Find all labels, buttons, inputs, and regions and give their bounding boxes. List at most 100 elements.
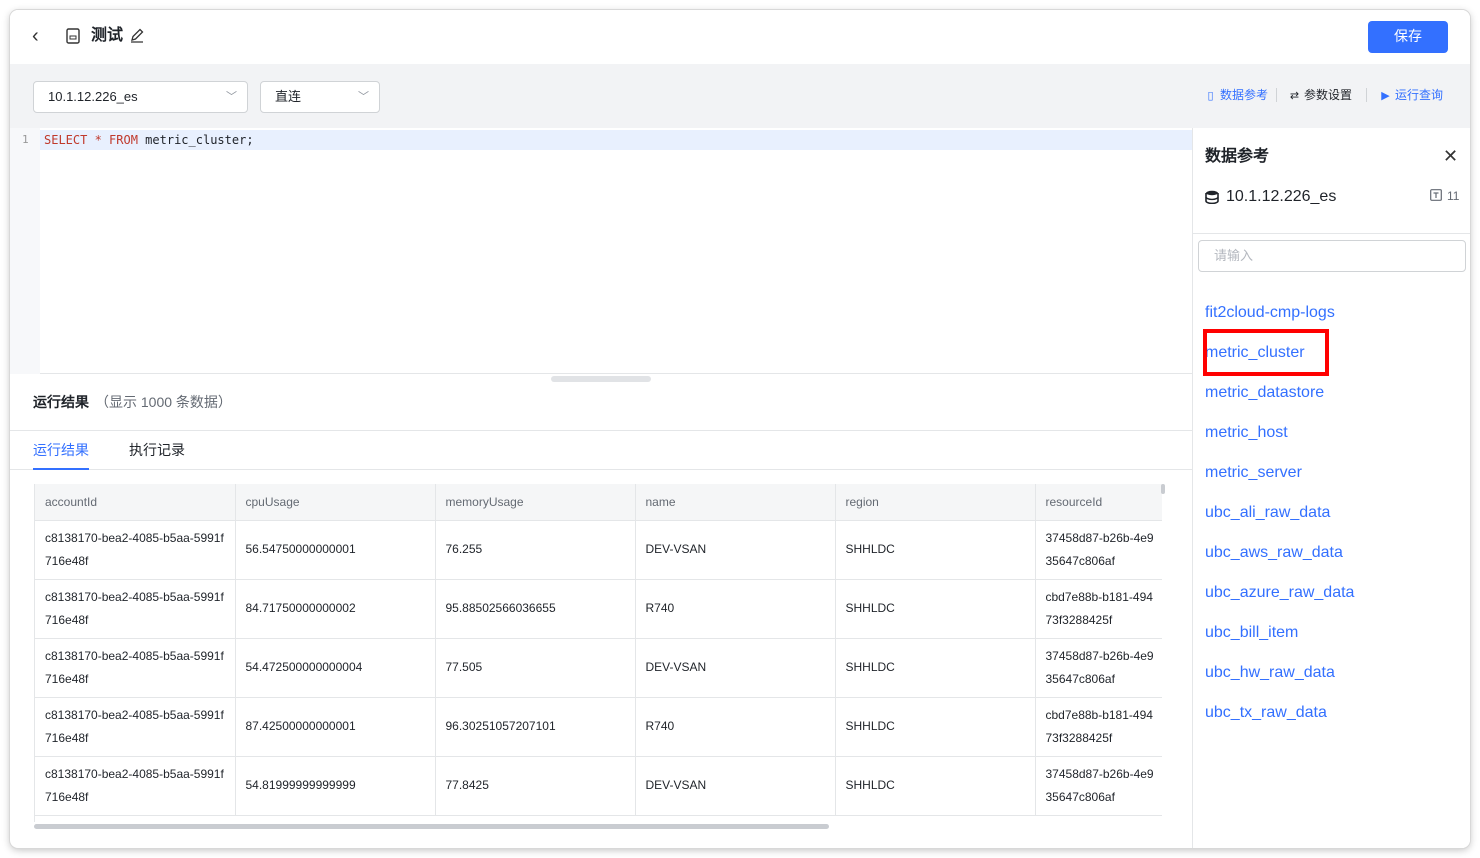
column-header[interactable]: memoryUsage — [435, 484, 636, 521]
table-cell[interactable]: cbd7e88b-b181-494 73f3288425f — [1035, 579, 1162, 639]
table-cell[interactable]: c8138170-bea2-4085-b5aa-5991f716e48f — [35, 756, 236, 816]
cell-value: 77.505 — [445, 660, 483, 674]
cell-value: 56.54750000000001 — [245, 542, 356, 556]
table-cell[interactable]: c8138170-bea2-4085-b5aa-5991f716e48f — [35, 697, 236, 757]
account-id-value: c8138170-bea2-4085-b5aa-5991f716e48f — [45, 589, 224, 627]
account-id-value: c8138170-bea2-4085-b5aa-5991f716e48f — [45, 707, 224, 745]
table-cell[interactable]: 37458d87-b26b-4e9 35647c806af — [1035, 638, 1162, 698]
table-cell[interactable]: SHHLDC — [835, 756, 1036, 816]
table-search-input[interactable] — [1198, 240, 1466, 272]
table-cell[interactable]: 56.54750000000001 — [235, 520, 436, 580]
toolbar-divider — [1366, 88, 1367, 102]
column-header[interactable]: resourceId — [1035, 484, 1162, 521]
column-header[interactable]: accountId — [35, 484, 236, 521]
table-cell[interactable]: 54.472500000000004 — [235, 638, 436, 698]
column-header[interactable]: cpuUsage — [235, 484, 436, 521]
table-list-item[interactable]: ubc_hw_raw_data — [1193, 653, 1470, 693]
param-settings-button[interactable]: ⇄ 参数设置 — [1288, 86, 1352, 105]
table-list-item[interactable]: ubc_ali_raw_data — [1193, 493, 1470, 533]
chevron-down-icon: ﹀ — [358, 91, 369, 103]
table-row[interactable]: c8138170-bea2-4085-b5aa-5991f716e48f 84.7… — [35, 579, 1162, 639]
table-cell[interactable]: c8138170-bea2-4085-b5aa-5991f716e48f — [35, 638, 236, 698]
tab-execution-history[interactable]: 执行记录 — [129, 440, 185, 460]
datasource-select[interactable]: 10.1.12.226_es ﹀ — [33, 81, 248, 113]
table-cell[interactable]: 87.42500000000001 — [235, 697, 436, 757]
table-header-row: accountId cpuUsage memoryUsage name regi… — [35, 484, 1162, 521]
results-table: accountId cpuUsage memoryUsage name regi… — [35, 484, 1162, 816]
table-cell[interactable]: DEV-VSAN — [635, 756, 836, 816]
column-header[interactable]: region — [835, 484, 1036, 521]
table-cell[interactable]: 76.255 — [435, 520, 636, 580]
data-reference-label: 数据参考 — [1220, 88, 1269, 102]
table-cell[interactable]: 84.71750000000002 — [235, 579, 436, 639]
vertical-scrollbar[interactable] — [1161, 484, 1165, 494]
cell-value: SHHLDC — [845, 601, 895, 615]
database-icon — [1205, 190, 1219, 204]
table-count: 11 — [1447, 189, 1460, 203]
table-cell[interactable]: SHHLDC — [835, 579, 1036, 639]
resize-handle[interactable] — [551, 376, 651, 382]
table-cell[interactable]: DEV-VSAN — [635, 638, 836, 698]
table-list-item[interactable]: ubc_bill_item — [1193, 613, 1470, 653]
horizontal-scrollbar[interactable] — [34, 824, 829, 829]
table-list-item[interactable]: metric_server — [1193, 453, 1470, 493]
results-table-container[interactable]: accountId cpuUsage memoryUsage name regi… — [34, 484, 1162, 822]
table-cell[interactable]: DEV-VSAN — [635, 520, 836, 580]
table-cell[interactable]: SHHLDC — [835, 638, 1036, 698]
table-row[interactable]: c8138170-bea2-4085-b5aa-5991f716e48f 54.4… — [35, 638, 1162, 698]
table-cell[interactable]: 77.505 — [435, 638, 636, 698]
param-settings-label: 参数设置 — [1304, 88, 1353, 102]
close-icon[interactable]: ✕ — [1443, 145, 1458, 167]
cell-value: 54.81999999999999 — [245, 778, 356, 792]
table-row[interactable]: c8138170-bea2-4085-b5aa-5991f716e48f 87.4… — [35, 697, 1162, 757]
table-cell[interactable]: 54.81999999999999 — [235, 756, 436, 816]
page-title: 测试 — [91, 27, 124, 44]
edit-icon[interactable] — [129, 27, 145, 43]
table-list-item[interactable]: ubc_tx_raw_data — [1193, 693, 1470, 733]
cell-value: 96.30251057207101 — [445, 719, 556, 733]
table-cell[interactable]: c8138170-bea2-4085-b5aa-5991f716e48f — [35, 579, 236, 639]
tab-run-results[interactable]: 运行结果 — [33, 440, 89, 460]
resource-id-part: cbd7e88b-b181-494 — [1045, 707, 1153, 722]
table-cell[interactable]: 37458d87-b26b-4e9 35647c806af — [1035, 756, 1162, 816]
table-cell[interactable]: c8138170-bea2-4085-b5aa-5991f716e48f — [35, 520, 236, 580]
cell-value: 54.472500000000004 — [245, 660, 363, 674]
table-cell[interactable]: SHHLDC — [835, 520, 1036, 580]
cell-value: DEV-VSAN — [645, 542, 707, 556]
back-icon[interactable]: ‹ — [32, 24, 52, 48]
connection-mode-select[interactable]: 直连 ﹀ — [260, 81, 380, 113]
column-header[interactable]: name — [635, 484, 836, 521]
table-cell[interactable]: R740 — [635, 579, 836, 639]
table-list-item[interactable]: fit2cloud-cmp-logs — [1193, 293, 1470, 333]
resource-id-part: cbd7e88b-b181-494 — [1045, 589, 1153, 604]
table-cell[interactable]: 96.30251057207101 — [435, 697, 636, 757]
sql-code-line[interactable]: SELECT * FROM metric_cluster; — [44, 133, 254, 148]
cell-value: DEV-VSAN — [645, 660, 707, 674]
table-list-item[interactable]: metric_host — [1193, 413, 1470, 453]
table-row[interactable]: c8138170-bea2-4085-b5aa-5991f716e48f 56.5… — [35, 520, 1162, 580]
table-list-item[interactable]: ubc_aws_raw_data — [1193, 533, 1470, 573]
sql-editor[interactable]: 1 SELECT * FROM metric_cluster; — [10, 128, 1192, 374]
swap-icon: ⇄ — [1289, 90, 1300, 102]
table-row[interactable]: c8138170-bea2-4085-b5aa-5991f716e48f 54.8… — [35, 756, 1162, 816]
table-cell[interactable]: R740 — [635, 697, 836, 757]
data-reference-button[interactable]: ▯ 数据参考 — [1204, 86, 1268, 105]
run-query-button[interactable]: ▶ 运行查询 — [1379, 86, 1443, 105]
resource-id-part: 37458d87-b26b-4e9 — [1045, 766, 1154, 781]
table-list-item[interactable]: metric_datastore — [1193, 373, 1470, 413]
run-query-label: 运行查询 — [1395, 88, 1444, 102]
resource-id-part: 35647c806af — [1045, 553, 1115, 568]
save-button[interactable]: 保存 — [1368, 21, 1448, 53]
table-cell[interactable]: 37458d87-b26b-4e9 35647c806af — [1035, 520, 1162, 580]
table-cell[interactable]: 77.8425 — [435, 756, 636, 816]
table-cell[interactable]: 95.88502566036655 — [435, 579, 636, 639]
query-toolbar: 10.1.12.226_es ﹀ 直连 ﹀ ▯ 数据参考 ⇄ 参数设置 ▶ 运行查询 — [10, 64, 1470, 128]
table-list-item[interactable]: ubc_azure_raw_data — [1193, 573, 1470, 613]
table-cell[interactable]: cbd7e88b-b181-494 73f3288425f — [1035, 697, 1162, 757]
results-heading: 运行结果 （显示 1000 条数据） — [33, 392, 232, 412]
line-number: 1 — [22, 133, 29, 146]
database-name: 10.1.12.226_es — [1226, 188, 1337, 205]
cell-value: SHHLDC — [845, 719, 895, 733]
resource-id-part: 35647c806af — [1045, 671, 1115, 686]
table-cell[interactable]: SHHLDC — [835, 697, 1036, 757]
